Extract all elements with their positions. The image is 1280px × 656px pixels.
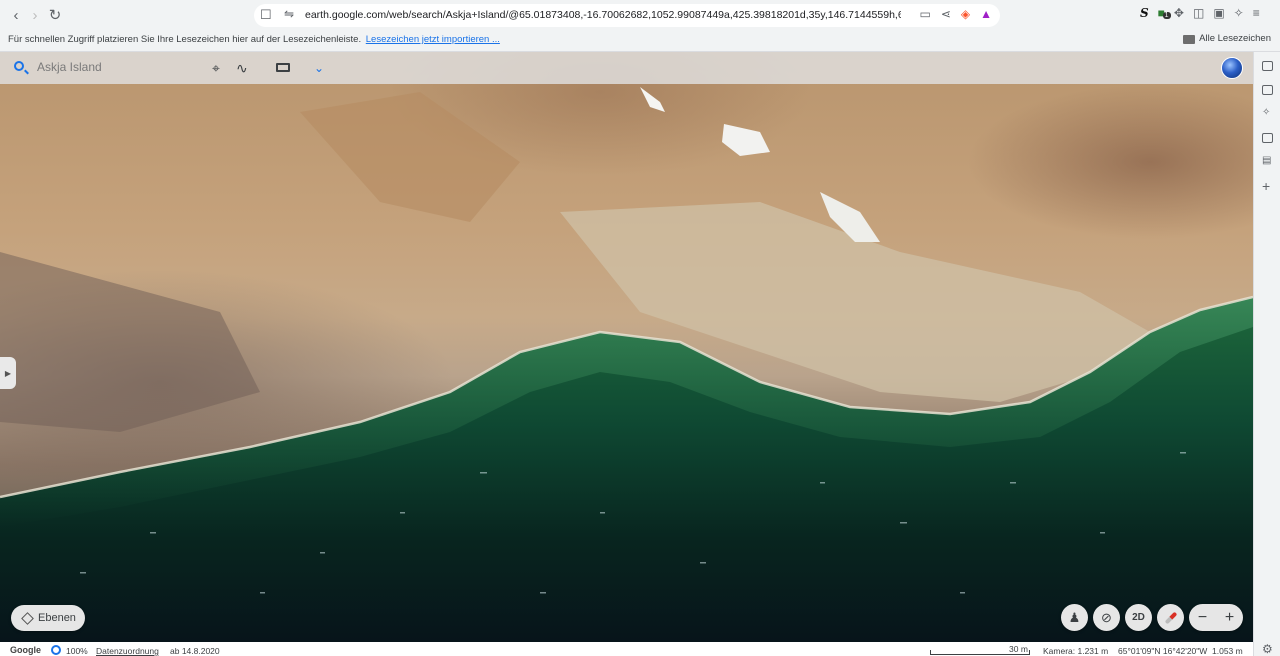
sidebar-chat-icon[interactable]: [1262, 61, 1273, 71]
sidebar-add-icon[interactable]: +: [1262, 178, 1273, 194]
extension-s-icon[interactable]: S: [1140, 6, 1149, 20]
search-input[interactable]: [37, 60, 197, 74]
address-bar[interactable]: ☐ ⇋ earth.google.com/web/search/Askja+Is…: [254, 4, 1000, 27]
bookmark-icon[interactable]: ☐: [260, 7, 272, 23]
brave-rewards-icon[interactable]: ▲: [980, 7, 992, 21]
earth-status-bar: Google 100% Datenzuordnung ab 14.8.2020 …: [0, 642, 1253, 656]
bookmarks-bar: Für schnellen Zugriff platzieren Sie Ihr…: [0, 30, 1280, 52]
ruler-icon[interactable]: [276, 63, 290, 72]
earth-toolbar: ⌖ ∿ ⌄: [0, 52, 1253, 84]
menu-icon[interactable]: ≡: [1253, 6, 1260, 20]
chevron-down-icon[interactable]: ⌄: [314, 61, 324, 75]
extension-badge-icon[interactable]: ■ 1: [1158, 6, 1171, 20]
layers-label: Ebenen: [38, 612, 76, 624]
sidebar-wallet-icon[interactable]: [1262, 85, 1273, 95]
zoom-out-button[interactable]: −: [1198, 609, 1207, 627]
extension-badge-count: 1: [1162, 12, 1171, 19]
compass-needle: [1164, 611, 1177, 624]
loading-ring-icon: [51, 645, 61, 655]
folder-icon: [1183, 35, 1196, 44]
extensions-area: S ■ 1 ✥ ◫ ▣ ✧ ≡: [1140, 6, 1260, 20]
camera-altitude: Kamera: 1.231 m: [1043, 646, 1109, 656]
zoom-in-button[interactable]: +: [1225, 609, 1234, 627]
street-view-pegman-icon[interactable]: ♟: [1061, 604, 1088, 631]
draw-path-icon[interactable]: ∿: [236, 60, 248, 77]
search-icon[interactable]: [14, 61, 24, 71]
forward-icon[interactable]: ›: [25, 5, 45, 25]
url-actions: ▭ ⋖ ◈ ▲: [919, 7, 992, 21]
sidebar-reading-list-icon[interactable]: ▤: [1262, 155, 1273, 166]
add-placemark-icon[interactable]: ⌖: [212, 60, 222, 76]
terrain-scene: [0, 87, 1253, 642]
import-bookmarks-link[interactable]: Lesezeichen jetzt importieren ...: [366, 34, 500, 45]
sidebar-leo-icon[interactable]: ✧: [1262, 107, 1273, 118]
reload-icon[interactable]: ↻: [45, 5, 65, 25]
browser-toolbar: ‹ › ↻ ☐ ⇋ earth.google.com/web/search/As…: [0, 0, 1280, 30]
leo-icon[interactable]: ✧: [1234, 6, 1244, 20]
cast-icon[interactable]: ▭: [919, 7, 930, 21]
browser-sidebar: ✧ ▤ + ⚙: [1253, 52, 1280, 656]
earth-3d-view[interactable]: [0, 52, 1253, 642]
wallet-icon[interactable]: ▣: [1213, 6, 1224, 20]
sidebar-toggle-icon[interactable]: ◫: [1193, 6, 1204, 20]
url-text[interactable]: earth.google.com/web/search/Askja+Island…: [305, 9, 901, 21]
toggle-2d-button[interactable]: 2D: [1125, 604, 1152, 631]
all-bookmarks-button[interactable]: Alle Lesezeichen: [1183, 33, 1271, 44]
coordinates: 65°01'09"N 16°42'20"W: [1118, 646, 1208, 656]
zoom-level: 100%: [66, 646, 88, 656]
layers-button[interactable]: Ebenen: [11, 605, 85, 631]
extensions-puzzle-icon[interactable]: ✥: [1174, 6, 1184, 20]
sidebar-bookmarks-icon[interactable]: [1262, 133, 1273, 143]
imagery-date: ab 14.8.2020: [170, 646, 220, 656]
site-settings-icon[interactable]: ⇋: [284, 7, 294, 21]
panel-expand-button[interactable]: ▶: [0, 357, 16, 389]
bookmarks-hint: Für schnellen Zugriff platzieren Sie Ihr…: [8, 34, 500, 45]
data-attribution-link[interactable]: Datenzuordnung: [96, 646, 159, 656]
layers-icon: [21, 611, 34, 625]
scale-label: 30 m: [1009, 644, 1028, 654]
orbit-lock-icon[interactable]: ⊘: [1093, 604, 1120, 631]
back-icon[interactable]: ‹: [6, 5, 26, 25]
google-logo: Google: [10, 645, 41, 655]
account-avatar-globe-icon[interactable]: [1221, 57, 1243, 79]
ground-altitude: 1.053 m: [1212, 646, 1243, 656]
chevron-right-icon: ▶: [4, 368, 12, 378]
sidebar-settings-gear-icon[interactable]: ⚙: [1262, 642, 1273, 656]
share-icon[interactable]: ⋖: [941, 7, 951, 21]
zoom-controls: − +: [1189, 604, 1243, 631]
compass-icon[interactable]: [1157, 604, 1184, 631]
all-bookmarks-label: Alle Lesezeichen: [1199, 33, 1271, 44]
brave-shield-icon[interactable]: ◈: [961, 7, 970, 21]
